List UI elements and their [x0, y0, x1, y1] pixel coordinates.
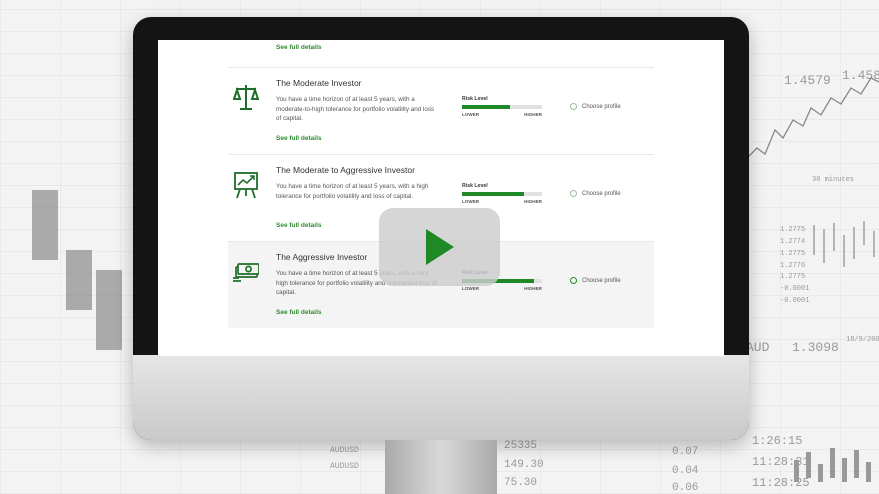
- choose-profile-option[interactable]: Choose profile: [570, 190, 621, 197]
- bg-quote: 1.2775: [780, 250, 806, 258]
- risk-higher-label: HIGHER: [524, 199, 542, 204]
- profile-title: The Aggressive Investor: [276, 252, 368, 262]
- profile-row-moderate: The Moderate Investor You have a time ho…: [228, 67, 654, 154]
- see-full-details-link[interactable]: See full details: [276, 135, 322, 142]
- monitor-chin: [133, 355, 749, 440]
- chart-board-icon: [234, 172, 258, 199]
- see-full-details-link[interactable]: See full details: [276, 222, 322, 229]
- risk-bar-track: [462, 192, 542, 196]
- choose-profile-option[interactable]: Choose profile: [570, 103, 621, 110]
- bg-quote: 1.2774: [780, 238, 806, 246]
- bg-ticker: AUD: [746, 340, 770, 355]
- risk-level-label: Risk Level: [462, 96, 488, 102]
- risk-lower-label: LOWER: [462, 286, 480, 291]
- bg-quote: -0.0001: [780, 285, 810, 293]
- risk-level-meter: Risk Level LOWER HIGHER: [462, 183, 542, 204]
- bg-quote: -0.0001: [780, 297, 810, 305]
- profile-description: You have a time horizon of at least 5 ye…: [276, 96, 435, 122]
- money-stack-icon: [233, 263, 259, 282]
- video-play-button[interactable]: [379, 208, 500, 286]
- choose-profile-radio[interactable]: [570, 103, 577, 110]
- bg-line-chart: [745, 77, 879, 161]
- risk-level-meter: Risk Level LOWER HIGHER: [462, 96, 542, 117]
- risk-higher-label: HIGHER: [524, 112, 542, 117]
- bg-quote: 1.3098: [792, 340, 839, 355]
- bg-quote: 1.2776: [780, 262, 806, 270]
- bg-quote: 1.2775: [780, 226, 806, 234]
- bg-quote: 0.06: [672, 482, 699, 494]
- risk-bar-track: [462, 105, 542, 109]
- bg-quote: 0.07: [672, 446, 699, 458]
- bg-timeframe: 30 minutes: [812, 176, 855, 184]
- bg-blurred-candles: [32, 190, 122, 350]
- risk-lower-label: LOWER: [462, 112, 480, 117]
- choose-profile-radio[interactable]: [570, 277, 577, 284]
- choose-profile-label: Choose profile: [582, 190, 621, 197]
- risk-level-label: Risk Level: [462, 183, 488, 189]
- bg-quote: 25335: [504, 440, 538, 452]
- bg-candle-chart-bottom: [794, 448, 871, 482]
- bg-ticker: AUDUSD: [330, 462, 359, 471]
- scales-icon: [233, 85, 259, 110]
- bg-candle-chart: [813, 221, 875, 267]
- choose-profile-label: Choose profile: [582, 277, 621, 284]
- risk-lower-label: LOWER: [462, 199, 480, 204]
- bg-date: 18/9/2006: [846, 336, 879, 344]
- risk-bar-fill: [462, 105, 510, 109]
- bg-ticker: AUDUSD: [330, 446, 359, 455]
- bg-quote: 0.04: [672, 465, 699, 477]
- monitor-screen: See full details The Moderate Investor Y…: [158, 40, 724, 356]
- see-full-details-link[interactable]: See full details: [276, 44, 322, 51]
- bg-quote: 1.2775: [780, 273, 806, 281]
- play-icon: [426, 229, 454, 265]
- bg-quote: 149.30: [504, 459, 544, 471]
- choose-profile-radio[interactable]: [570, 190, 577, 197]
- risk-higher-label: HIGHER: [524, 286, 542, 291]
- profile-description: You have a time horizon of at least 5 ye…: [276, 183, 429, 200]
- profile-title: The Moderate to Aggressive Investor: [276, 165, 415, 175]
- bg-quote: 75.30: [504, 477, 538, 489]
- choose-profile-option[interactable]: Choose profile: [570, 277, 621, 284]
- see-full-details-link[interactable]: See full details: [276, 309, 322, 316]
- profile-title: The Moderate Investor: [276, 78, 362, 88]
- choose-profile-label: Choose profile: [582, 103, 621, 110]
- monitor-stand: [385, 440, 497, 494]
- risk-bar-fill: [462, 192, 525, 196]
